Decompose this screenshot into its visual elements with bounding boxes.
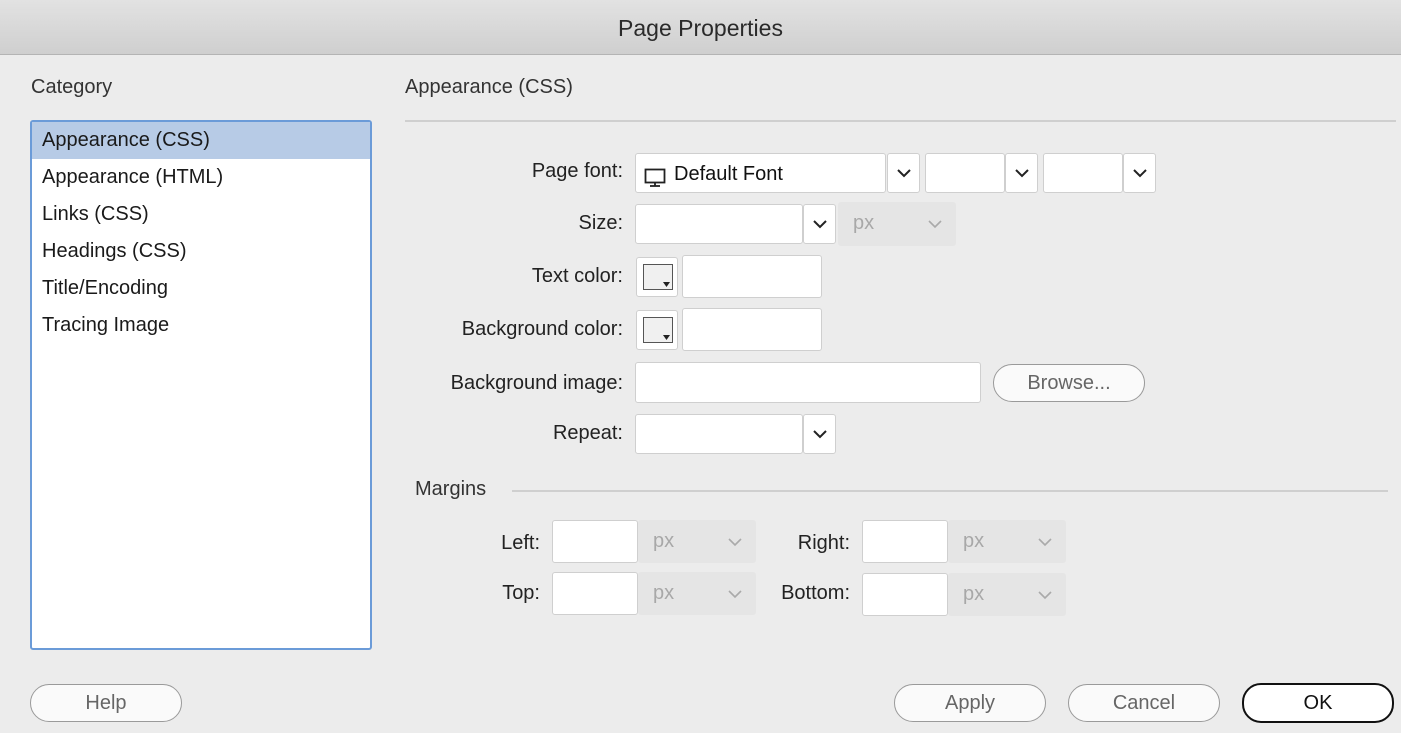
page-font-dropdown-button[interactable]: [887, 153, 920, 193]
font-weight-select[interactable]: [1043, 153, 1123, 193]
background-image-label: Background image:: [450, 372, 623, 394]
text-color-swatch[interactable]: [636, 257, 678, 297]
margin-left-unit-value: px: [653, 530, 675, 552]
browse-button[interactable]: Browse...: [993, 364, 1145, 402]
margin-top-input[interactable]: [552, 572, 638, 615]
help-button[interactable]: Help: [30, 684, 182, 722]
repeat-dropdown-button[interactable]: [803, 414, 836, 454]
chevron-down-icon: [1038, 538, 1052, 547]
margin-right-unit-value: px: [963, 530, 985, 552]
size-select[interactable]: [635, 204, 803, 244]
text-color-input[interactable]: [682, 255, 822, 298]
margin-right-label: Right:: [797, 532, 850, 554]
font-style-dropdown-button[interactable]: [1005, 153, 1038, 193]
margin-bottom-unit-select: px: [948, 573, 1066, 616]
font-style-select[interactable]: [925, 153, 1005, 193]
category-item-links-css[interactable]: Links (CSS): [32, 196, 370, 233]
repeat-label: Repeat:: [552, 422, 623, 444]
margin-top-label: Top:: [502, 582, 540, 604]
margin-bottom-input[interactable]: [862, 573, 948, 616]
margin-bottom-label: Bottom:: [781, 582, 850, 604]
size-dropdown-button[interactable]: [803, 204, 836, 244]
cancel-button[interactable]: Cancel: [1068, 684, 1220, 722]
apply-button[interactable]: Apply: [894, 684, 1046, 722]
category-item-appearance-css[interactable]: Appearance (CSS): [32, 122, 370, 159]
background-color-label: Background color:: [461, 318, 623, 340]
chevron-down-icon: [1133, 169, 1147, 178]
category-heading: Category: [31, 76, 113, 98]
background-color-swatch[interactable]: [636, 310, 678, 350]
font-weight-dropdown-button[interactable]: [1123, 153, 1156, 193]
margin-bottom-unit-value: px: [963, 583, 985, 605]
chevron-down-icon: [1015, 169, 1029, 178]
category-item-tracing-image[interactable]: Tracing Image: [32, 307, 370, 344]
color-picker-icon: [643, 264, 673, 290]
margin-left-label: Left:: [501, 532, 540, 554]
panel-title-divider: [405, 120, 1396, 122]
chevron-down-icon: [813, 220, 827, 229]
panel-title: Appearance (CSS): [405, 76, 573, 98]
window-title: Page Properties: [618, 15, 783, 41]
background-image-input[interactable]: [635, 362, 981, 403]
category-list[interactable]: Appearance (CSS) Appearance (HTML) Links…: [30, 120, 372, 650]
page-font-value: Default Font: [674, 163, 783, 185]
size-label: Size:: [578, 212, 623, 234]
background-color-input[interactable]: [682, 308, 822, 351]
margins-divider: [512, 490, 1388, 492]
chevron-down-icon: [728, 590, 742, 599]
text-color-label: Text color:: [531, 265, 623, 287]
size-unit-value: px: [853, 212, 875, 234]
chevron-down-icon: [813, 430, 827, 439]
margin-top-unit-value: px: [653, 582, 675, 604]
repeat-select[interactable]: [635, 414, 803, 454]
window-title-bar: Page Properties: [0, 0, 1401, 55]
margin-top-unit-select: px: [638, 572, 756, 615]
category-item-headings-css[interactable]: Headings (CSS): [32, 233, 370, 270]
chevron-down-icon: [897, 169, 911, 178]
margin-left-unit-select: px: [638, 520, 756, 563]
category-item-title-encoding[interactable]: Title/Encoding: [32, 270, 370, 307]
category-item-appearance-html[interactable]: Appearance (HTML): [32, 159, 370, 196]
monitor-icon: [644, 163, 666, 201]
margin-right-input[interactable]: [862, 520, 948, 563]
ok-button[interactable]: OK: [1242, 683, 1394, 723]
chevron-down-icon: [1038, 591, 1052, 600]
page-font-select[interactable]: Default Font: [635, 153, 886, 193]
chevron-down-icon: [728, 538, 742, 547]
page-font-label: Page font:: [531, 160, 623, 182]
size-unit-select: px: [838, 202, 956, 246]
margin-left-input[interactable]: [552, 520, 638, 563]
margin-right-unit-select: px: [948, 520, 1066, 563]
chevron-down-icon: [928, 220, 942, 229]
color-picker-icon: [643, 317, 673, 343]
margins-heading: Margins: [415, 478, 487, 500]
